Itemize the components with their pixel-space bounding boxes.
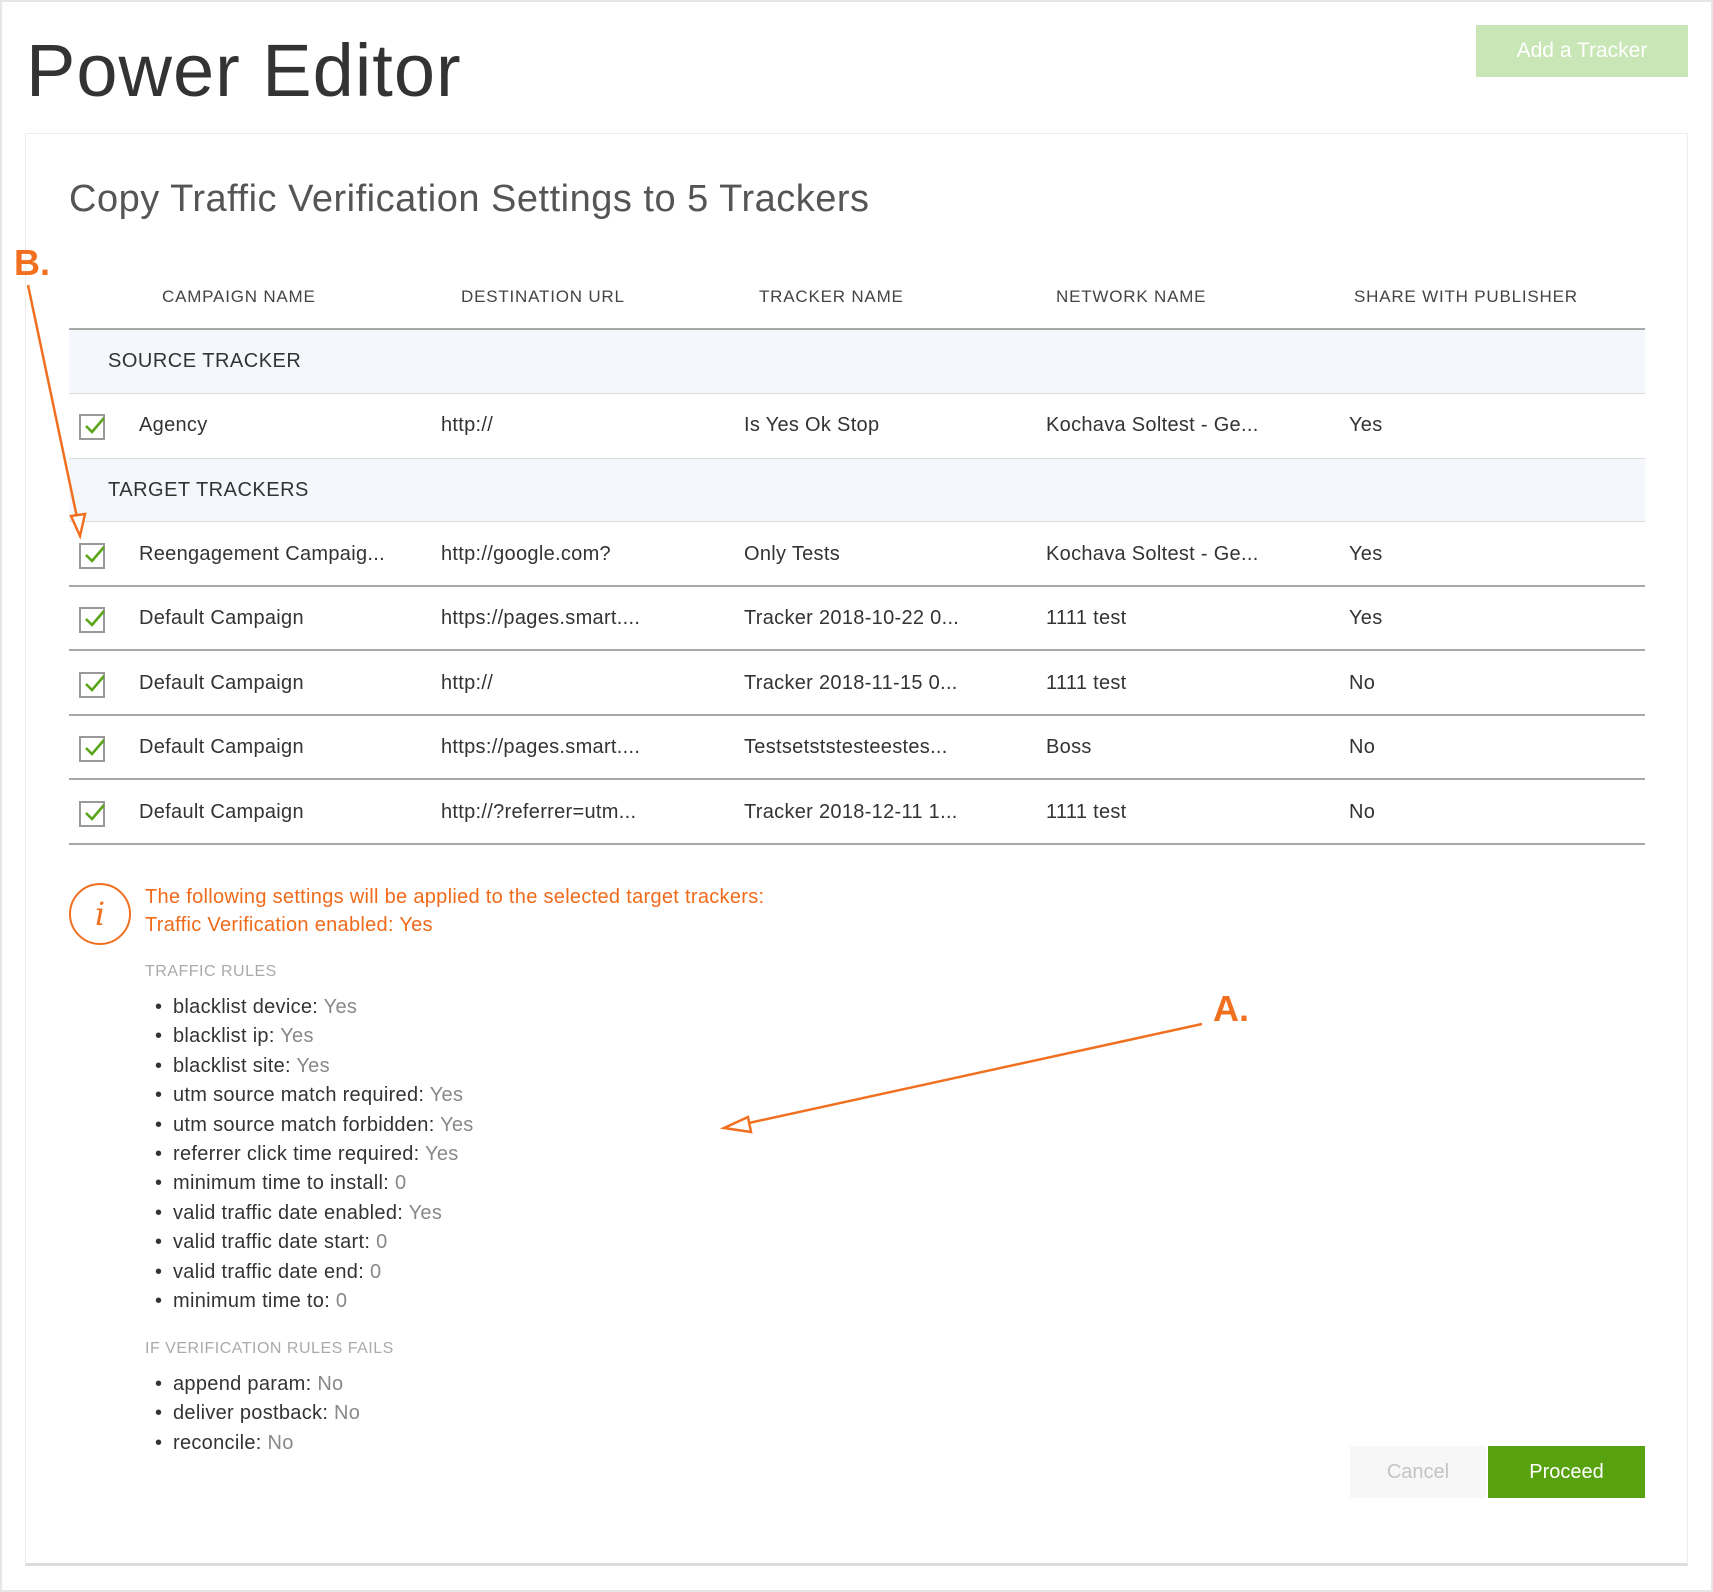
table-row: Reengagement Campaig... http://google.co… <box>69 523 1645 587</box>
source-tracker-row: Agency http:// Is Yes Ok Stop Kochava So… <box>69 394 1645 458</box>
column-header-tracker-name: TRACKER NAME <box>759 287 904 306</box>
campaign-name: Default Campaign <box>139 607 304 629</box>
row-checkbox[interactable] <box>79 414 105 440</box>
tracker-name: Only Tests <box>744 543 840 565</box>
share-with-publisher: No <box>1349 736 1376 758</box>
section-label: SOURCE TRACKER <box>108 350 302 372</box>
table-row: Default Campaign https://pages.smart....… <box>69 716 1645 780</box>
tracker-name: Is Yes Ok Stop <box>744 414 880 436</box>
destination-url: https://pages.smart.... <box>441 736 641 758</box>
checkmark-icon <box>85 610 105 627</box>
campaign-name: Default Campaign <box>139 801 304 823</box>
column-header-share: SHARE WITH PUBLISHER <box>1354 287 1578 306</box>
list-item: minimum time to: 0 <box>145 1290 474 1319</box>
row-checkbox[interactable] <box>79 543 105 569</box>
row-checkbox[interactable] <box>79 672 105 698</box>
campaign-name: Reengagement Campaig... <box>139 543 385 565</box>
share-with-publisher: Yes <box>1349 414 1383 436</box>
notice-line-1: The following settings will be applied t… <box>145 886 765 908</box>
share-with-publisher: Yes <box>1349 607 1383 629</box>
destination-url: http://?referrer=utm... <box>441 801 637 823</box>
list-item: deliver postback: No <box>145 1402 360 1431</box>
row-checkbox[interactable] <box>79 607 105 633</box>
campaign-name: Agency <box>139 414 208 436</box>
list-item: valid traffic date start: 0 <box>145 1231 474 1260</box>
destination-url: http:// <box>441 672 494 694</box>
column-header-destination-url: DESTINATION URL <box>461 287 625 306</box>
proceed-button[interactable]: Proceed <box>1488 1446 1645 1498</box>
target-trackers-section: TARGET TRACKERS <box>69 458 1645 522</box>
checkmark-icon <box>85 417 105 434</box>
row-checkbox[interactable] <box>79 736 105 762</box>
tracker-name: Tracker 2018-10-22 0... <box>744 607 960 629</box>
network-name: Kochava Soltest - Ge... <box>1046 414 1259 436</box>
source-tracker-section: SOURCE TRACKER <box>69 330 1645 394</box>
table-row: Default Campaign http://?referrer=utm...… <box>69 781 1645 845</box>
checkmark-icon <box>85 675 105 692</box>
info-icon: i <box>69 883 131 945</box>
list-item: reconcile: No <box>145 1432 360 1461</box>
list-item: valid traffic date end: 0 <box>145 1261 474 1290</box>
column-header-network-name: NETWORK NAME <box>1056 287 1207 306</box>
notice-line-2: Traffic Verification enabled: Yes <box>145 914 433 936</box>
share-with-publisher: Yes <box>1349 543 1383 565</box>
share-with-publisher: No <box>1349 801 1376 823</box>
row-checkbox[interactable] <box>79 801 105 827</box>
network-name: Kochava Soltest - Ge... <box>1046 543 1259 565</box>
tracker-name: Tracker 2018-12-11 1... <box>744 801 958 823</box>
traffic-rules-heading: TRAFFIC RULES <box>145 963 277 980</box>
network-name: Boss <box>1046 736 1092 758</box>
fail-rules-heading: IF VERIFICATION RULES FAILS <box>145 1340 394 1357</box>
list-item: utm source match required: Yes <box>145 1084 474 1113</box>
add-tracker-button[interactable]: Add a Tracker <box>1476 25 1688 77</box>
tracker-name: Testsetststesteestes... <box>744 736 948 758</box>
network-name: 1111 test <box>1046 672 1127 694</box>
callout-b-label: B. <box>14 242 50 283</box>
list-item: append param: No <box>145 1373 360 1402</box>
traffic-rules-list: blacklist device: Yes blacklist ip: Yes … <box>145 996 474 1319</box>
checkmark-icon <box>85 739 105 756</box>
list-item: valid traffic date enabled: Yes <box>145 1202 474 1231</box>
destination-url: http://google.com? <box>441 543 611 565</box>
column-header-campaign: CAMPAIGN NAME <box>162 287 316 306</box>
page-title: Power Editor <box>26 29 462 112</box>
list-item: referrer click time required: Yes <box>145 1143 474 1172</box>
list-item: blacklist ip: Yes <box>145 1025 474 1054</box>
network-name: 1111 test <box>1046 607 1127 629</box>
destination-url: http:// <box>441 414 494 436</box>
section-label: TARGET TRACKERS <box>108 479 309 501</box>
share-with-publisher: No <box>1349 672 1376 694</box>
dialog-title: Copy Traffic Verification Settings to 5 … <box>69 178 870 220</box>
table-row: Default Campaign https://pages.smart....… <box>69 587 1645 651</box>
cancel-button[interactable]: Cancel <box>1350 1446 1486 1498</box>
list-item: utm source match forbidden: Yes <box>145 1114 474 1143</box>
campaign-name: Default Campaign <box>139 672 304 694</box>
destination-url: https://pages.smart.... <box>441 607 641 629</box>
list-item: blacklist device: Yes <box>145 996 474 1025</box>
table-row: Default Campaign http:// Tracker 2018-11… <box>69 652 1645 716</box>
network-name: 1111 test <box>1046 801 1127 823</box>
checkmark-icon <box>85 546 105 563</box>
list-item: minimum time to install: 0 <box>145 1172 474 1201</box>
checkmark-icon <box>85 804 105 821</box>
fail-rules-list: append param: No deliver postback: No re… <box>145 1373 360 1461</box>
campaign-name: Default Campaign <box>139 736 304 758</box>
tracker-name: Tracker 2018-11-15 0... <box>744 672 958 694</box>
list-item: blacklist site: Yes <box>145 1055 474 1084</box>
callout-a-label: A. <box>1213 988 1249 1029</box>
